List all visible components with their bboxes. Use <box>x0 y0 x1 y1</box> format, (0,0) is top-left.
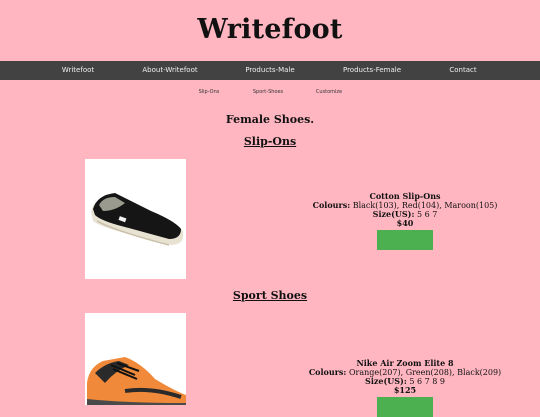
slip-on-buy-button[interactable] <box>377 230 433 250</box>
subnav-customize-link[interactable]: Customize <box>316 89 342 95</box>
slip-on-product-info: Cotton Slip-Ons Colours: Black(103), Red… <box>290 192 520 250</box>
site-title: Writefoot <box>197 14 343 45</box>
sport-shoe-buy-button[interactable] <box>377 397 433 417</box>
page-heading: Female Shoes. <box>225 113 315 126</box>
colours-label: Colours: <box>312 200 351 210</box>
product-price: $125 <box>393 385 417 395</box>
nav-item-about[interactable]: About-Writefoot <box>142 61 197 80</box>
sport-shoe-product-image <box>85 313 186 405</box>
subnav-slip-ons-link[interactable]: Slip-Ons <box>199 89 220 95</box>
section-heading-sport-shoes: Sport Shoes <box>232 289 308 302</box>
black-slip-on-shoe-icon <box>91 193 184 246</box>
slip-on-product-image <box>85 159 186 279</box>
size-value: 5 6 7 <box>416 210 438 219</box>
nav-item-products-male[interactable]: Products-Male <box>245 61 294 80</box>
product-price: $40 <box>396 218 414 228</box>
colours-label: Colours: <box>308 367 347 377</box>
orange-running-shoe-icon <box>87 357 186 405</box>
subnav-sport-shoes-link[interactable]: Sport-Shoes <box>253 89 283 95</box>
sport-shoe-product-info: Nike Air Zoom Elite 8 Colours: Orange(20… <box>290 359 520 417</box>
section-heading-slip-ons: Slip-Ons <box>243 135 297 148</box>
nav-item-products-female[interactable]: Products-Female <box>343 61 401 80</box>
nav-item-contact[interactable]: Contact <box>449 61 476 80</box>
nav-item-writefoot[interactable]: Writefoot <box>62 61 94 80</box>
main-navbar: Writefoot About-Writefoot Products-Male … <box>0 61 540 80</box>
